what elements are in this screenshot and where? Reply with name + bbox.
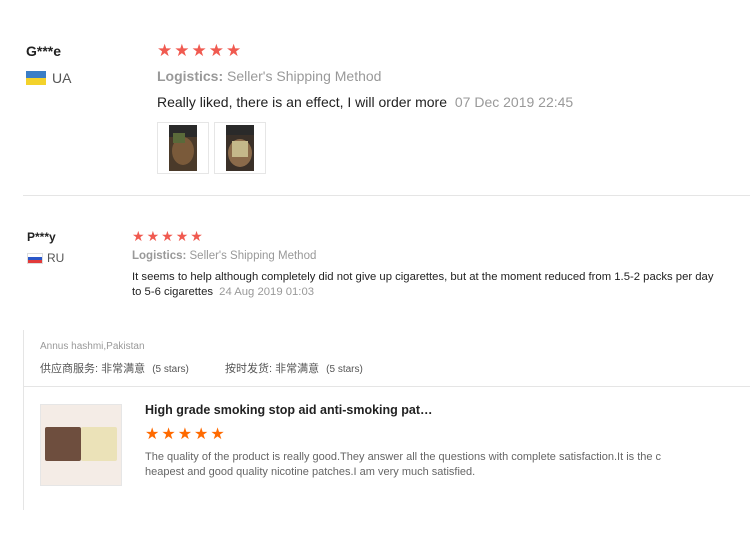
reviewer-country: RU xyxy=(47,251,65,265)
review-body-line: to 5-6 cigarettes xyxy=(132,286,214,298)
rating-service-label: 供应商服务: xyxy=(40,363,99,375)
star-icon: ★ xyxy=(194,426,209,443)
reviewer-country: UA xyxy=(52,70,72,86)
star-icon: ★ xyxy=(161,426,176,443)
logistics-value: Seller's Shipping Method xyxy=(227,68,382,84)
product-image[interactable] xyxy=(40,404,122,486)
star-icon: ★ xyxy=(174,41,190,60)
logistics-label: Logistics: xyxy=(132,250,187,262)
photo-thumbnail xyxy=(226,125,254,171)
star-rating: ★ ★ ★ ★ ★ xyxy=(132,229,203,243)
rating-shipping-stars: (5 stars) xyxy=(326,364,363,375)
review-body-line: It seems to help although completely did… xyxy=(132,271,714,283)
reviewer-name: P***y xyxy=(27,230,56,244)
review-panel-border xyxy=(23,330,24,510)
star-icon: ★ xyxy=(132,228,145,244)
review-photo-1[interactable] xyxy=(157,122,209,174)
star-icon: ★ xyxy=(177,426,193,443)
review-date: 07 Dec 2019 22:45 xyxy=(454,94,574,110)
photo-thumbnail xyxy=(169,125,197,171)
review-text: Really liked, there is an effect, I will… xyxy=(157,94,573,110)
rating-shipping-label: 按时发货: xyxy=(224,363,273,375)
star-icon: ★ xyxy=(175,228,189,244)
review-text: The quality of the product is really goo… xyxy=(145,450,661,480)
star-icon: ★ xyxy=(208,41,224,60)
panel-divider xyxy=(23,386,750,387)
star-rating: ★ ★ ★ ★ ★ xyxy=(157,42,241,59)
star-icon: ★ xyxy=(191,41,207,60)
review-text: It seems to help although completely did… xyxy=(132,270,714,300)
review-date: 24 Aug 2019 01:03 xyxy=(219,286,315,298)
product-title[interactable]: High grade smoking stop aid anti-smoking… xyxy=(145,403,433,417)
star-icon: ★ xyxy=(226,41,242,60)
product-photo xyxy=(41,405,121,485)
logistics-info: Logistics: Seller's Shipping Method xyxy=(157,68,381,84)
rating-shipping-value: 非常满意 xyxy=(275,363,320,375)
rating-service-value: 非常满意 xyxy=(101,363,146,375)
star-icon: ★ xyxy=(157,41,173,60)
review-body-line: The quality of the product is really goo… xyxy=(145,451,662,463)
reviewer-name: Annus hashmi,Pakistan xyxy=(40,341,145,352)
star-icon: ★ xyxy=(161,228,174,244)
reviewer-name: G***e xyxy=(26,43,62,59)
ukraine-flag-icon xyxy=(26,71,46,85)
review-divider xyxy=(23,195,750,196)
logistics-value: Seller's Shipping Method xyxy=(189,250,317,262)
review-photo-2[interactable] xyxy=(214,122,266,174)
russia-flag-icon xyxy=(27,253,43,264)
seller-ratings: 供应商服务: 非常满意 (5 stars) 按时发货: 非常满意 (5 star… xyxy=(40,360,363,376)
star-icon: ★ xyxy=(145,426,160,443)
star-rating: ★ ★ ★ ★ ★ xyxy=(145,427,225,443)
logistics-info: Logistics: Seller's Shipping Method xyxy=(132,250,316,262)
review-body-line: heapest and good quality nicotine patche… xyxy=(145,466,476,478)
star-icon: ★ xyxy=(190,228,203,244)
rating-service-stars: (5 stars) xyxy=(152,364,189,375)
star-icon: ★ xyxy=(210,426,225,443)
logistics-label: Logistics: xyxy=(157,68,224,84)
review-body: Really liked, there is an effect, I will… xyxy=(157,94,447,110)
star-icon: ★ xyxy=(146,228,160,244)
